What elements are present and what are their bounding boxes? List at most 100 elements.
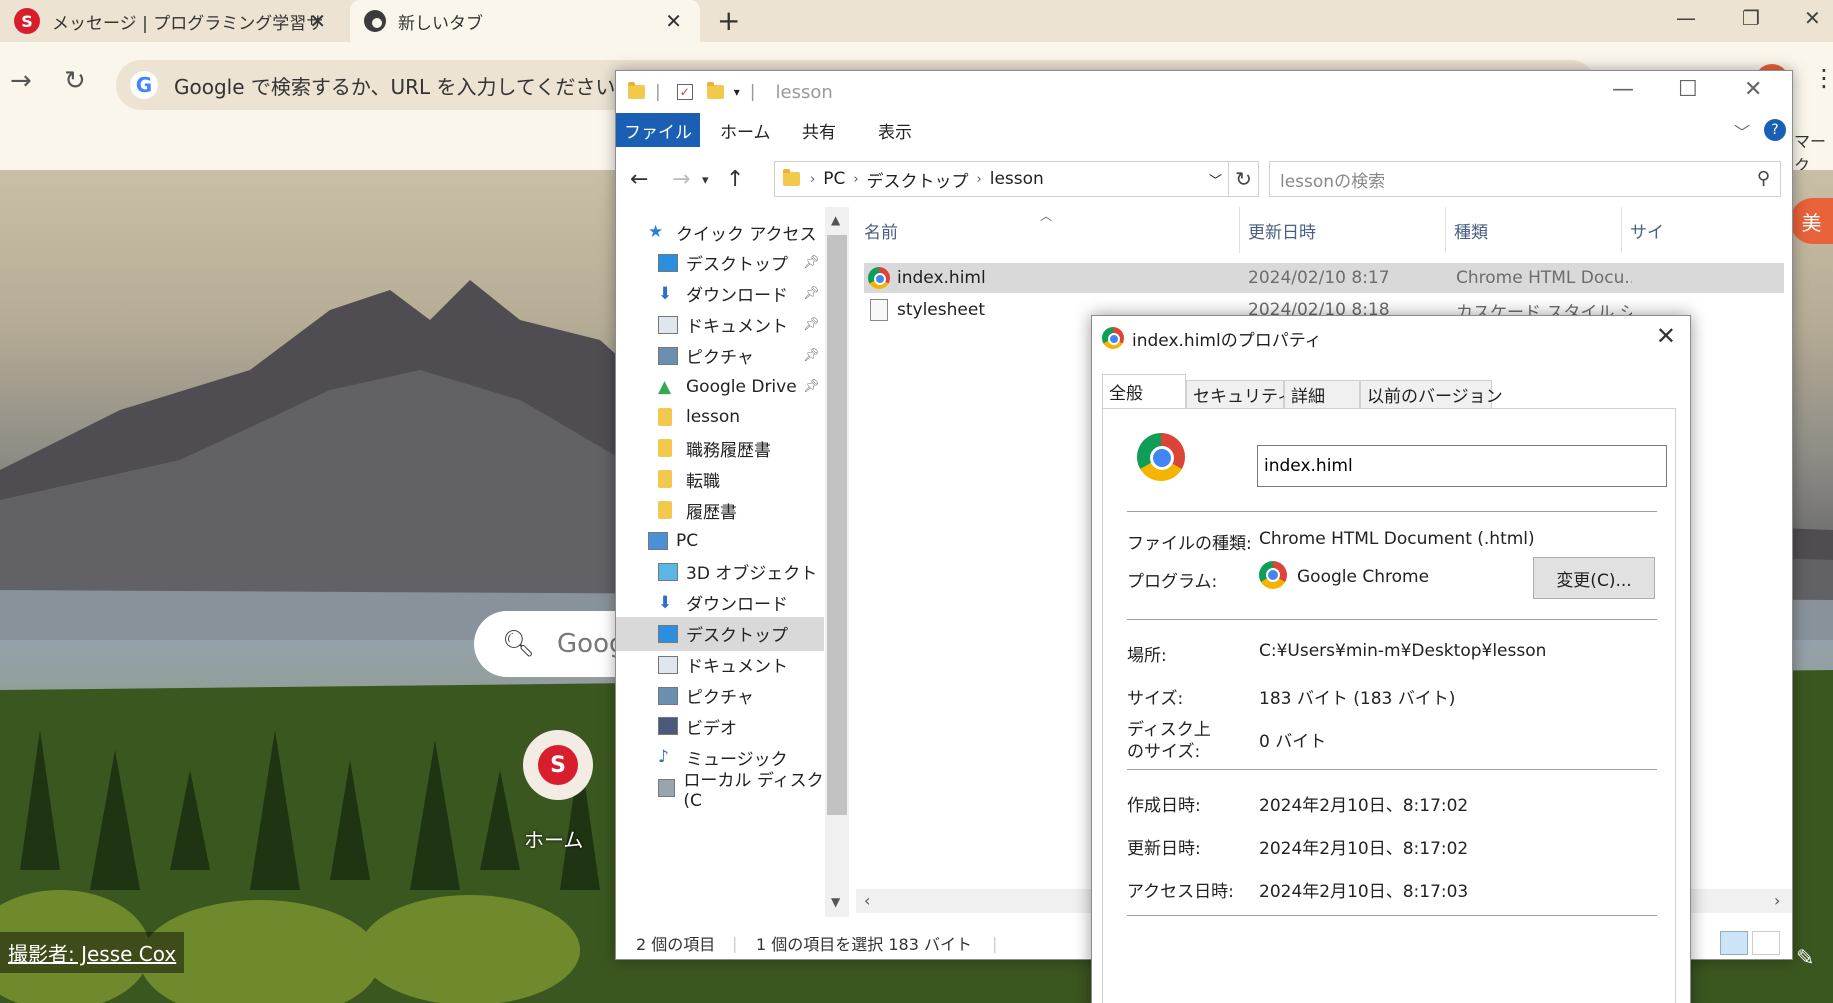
scroll-right-icon[interactable]: › <box>1774 891 1780 910</box>
file-row-index[interactable]: index.himl 2024/02/10 8:17 Chrome HTML D… <box>864 263 1784 293</box>
tab-share[interactable]: 共有 <box>802 113 836 147</box>
nav-item-3[interactable]: ドキュメント 📌︎ <box>616 308 824 342</box>
nav-item-7[interactable]: 職務履歴書 <box>616 431 824 465</box>
nav-scrollbar[interactable]: ▲ ▼ <box>825 207 849 917</box>
kebab-menu-icon[interactable]: ⋮ <box>1812 64 1833 92</box>
nav-item-5[interactable]: ▲ Google Drive 📌︎ <box>616 370 824 404</box>
breadcrumb-lesson[interactable]: lesson <box>990 169 1044 189</box>
properties-check-icon[interactable]: ✓ <box>676 84 693 100</box>
nav-item-2[interactable]: ⬇ ダウンロード 📌︎ <box>616 277 824 311</box>
tab-new-tab[interactable]: 新しいタブ ✕ <box>350 0 700 42</box>
nav-item-15[interactable]: ピクチャ <box>616 679 824 713</box>
address-bar[interactable]: › PC › デスクトップ › lesson ﹀ <box>774 161 1229 197</box>
nav-item-1[interactable]: デスクトップ 📌︎ <box>616 246 824 280</box>
nav-item-9[interactable]: 履歴書 <box>616 493 824 527</box>
folder-icon <box>658 439 672 458</box>
shortcut-home[interactable]: S <box>523 730 593 800</box>
nav-item-label: ダウンロード <box>686 286 788 307</box>
pin-icon[interactable]: 📌︎ <box>803 255 820 270</box>
change-program-button[interactable]: 変更(C)... <box>1533 557 1655 599</box>
scroll-left-icon[interactable]: ‹ <box>864 891 870 910</box>
download-icon: ⬇ <box>658 592 673 613</box>
nav-item-4[interactable]: ピクチャ 📌︎ <box>616 339 824 373</box>
close-icon[interactable]: ✕ <box>1656 322 1676 350</box>
nav-item-label: ドキュメント <box>686 657 788 678</box>
close-icon[interactable]: ✕ <box>309 9 326 33</box>
filename-field[interactable] <box>1257 445 1667 487</box>
tab-details[interactable]: 詳細 <box>1284 380 1360 408</box>
column-name[interactable]: 名前 <box>856 207 1240 253</box>
nav-item-18[interactable]: ローカル ディスク (C <box>616 771 824 811</box>
nav-item-12[interactable]: ⬇ ダウンロード <box>616 586 824 620</box>
forward-button[interactable]: → <box>672 167 690 192</box>
restore-button[interactable]: ❐ <box>1742 6 1760 30</box>
pin-icon[interactable]: 📌︎ <box>803 286 820 301</box>
profile-side-badge[interactable]: 美 <box>1790 198 1833 244</box>
help-icon[interactable]: ? <box>1764 119 1786 141</box>
drive-icon <box>658 779 676 798</box>
chrome-icon <box>868 267 890 289</box>
reload-button[interactable]: ↻ <box>64 66 86 96</box>
tab-view[interactable]: 表示 <box>878 113 912 147</box>
pin-icon[interactable]: 📌︎ <box>803 348 820 363</box>
back-button[interactable]: ← <box>630 167 648 192</box>
item-count: 2 個の項目 <box>636 935 716 954</box>
nav-item-0[interactable]: ★ クイック アクセス <box>616 215 824 249</box>
column-size[interactable]: サイ <box>1622 207 1682 253</box>
breadcrumb-desktop[interactable]: デスクトップ <box>867 167 969 192</box>
tab-general[interactable]: 全般 <box>1102 374 1186 408</box>
tab-file[interactable]: ファイル <box>616 113 700 147</box>
ribbon-expand-icon[interactable]: ﹀ <box>1734 119 1750 143</box>
minimize-button[interactable]: — <box>1612 77 1634 102</box>
close-window-button[interactable]: ✕ <box>1804 6 1821 30</box>
nav-item-6[interactable]: lesson <box>616 400 824 434</box>
photo-credit-link[interactable]: 撮影者: Jesse Cox <box>0 932 185 973</box>
pin-icon[interactable]: 📌︎ <box>803 379 820 394</box>
breadcrumb-pc[interactable]: PC <box>823 169 845 189</box>
pin-icon[interactable]: 📌︎ <box>803 317 820 332</box>
ribbon-tabs: ファイル ホーム 共有 表示 ﹀ ? <box>616 113 1792 147</box>
nav-item-14[interactable]: ドキュメント <box>616 648 824 682</box>
tab-title: 新しいタブ <box>398 13 483 34</box>
nav-item-10[interactable]: PC <box>616 524 824 558</box>
bookmark-label[interactable]: マーク <box>1794 128 1833 176</box>
scroll-down-icon[interactable]: ▼ <box>831 895 840 909</box>
file-name: index.himl <box>897 268 986 288</box>
desktop-icon <box>658 253 678 272</box>
tab-security[interactable]: セキュリティ <box>1186 380 1294 408</box>
recent-locations-icon[interactable]: ▾ <box>702 173 709 188</box>
up-button[interactable]: ↑ <box>726 167 744 192</box>
tab-messages[interactable]: S メッセージ | プログラミング学習サイト ✕ <box>0 0 344 42</box>
size-value: 183 バイト (183 バイト) <box>1259 689 1456 709</box>
shortcut-label[interactable]: ホーム <box>524 824 583 853</box>
nav-item-8[interactable]: 転職 <box>616 462 824 496</box>
search-icon: 🔍︎ <box>502 629 536 659</box>
minimize-button[interactable]: — <box>1676 6 1696 30</box>
tab-home[interactable]: ホーム <box>720 113 771 147</box>
nav-item-13[interactable]: デスクトップ <box>616 616 824 651</box>
new-folder-icon[interactable] <box>706 82 724 99</box>
scroll-thumb[interactable] <box>827 235 847 815</box>
close-icon[interactable]: ✕ <box>665 9 682 33</box>
tab-previous-versions[interactable]: 以前のバージョン <box>1360 380 1503 408</box>
qat-dropdown-icon[interactable]: ▾ <box>734 85 740 99</box>
nav-item-16[interactable]: ビデオ <box>616 709 824 743</box>
scroll-up-icon[interactable]: ▲ <box>831 213 840 227</box>
customize-pencil-icon[interactable]: ✎ <box>1796 946 1814 971</box>
maximize-button[interactable]: ☐ <box>1678 77 1698 102</box>
new-tab-button[interactable]: + <box>717 4 740 37</box>
forward-button[interactable]: → <box>10 66 32 96</box>
refresh-button[interactable]: ↻ <box>1229 161 1259 197</box>
chevron-down-icon[interactable]: ﹀ <box>1209 170 1222 189</box>
google-drive-icon: ▲ <box>658 376 672 397</box>
size-label: サイズ: <box>1127 689 1184 709</box>
large-icons-view-icon[interactable] <box>1752 931 1780 955</box>
nav-item-label: ダウンロード <box>686 595 788 616</box>
nav-item-label: 職務履歴書 <box>686 440 771 461</box>
explorer-search-input[interactable]: lessonの検索 ⚲ <box>1269 161 1781 197</box>
details-view-icon[interactable] <box>1720 931 1748 955</box>
close-window-button[interactable]: ✕ <box>1744 77 1762 102</box>
nav-item-11[interactable]: 3D オブジェクト <box>616 555 824 589</box>
column-type[interactable]: 種類 <box>1446 207 1622 253</box>
column-modified[interactable]: 更新日時 <box>1240 207 1446 253</box>
